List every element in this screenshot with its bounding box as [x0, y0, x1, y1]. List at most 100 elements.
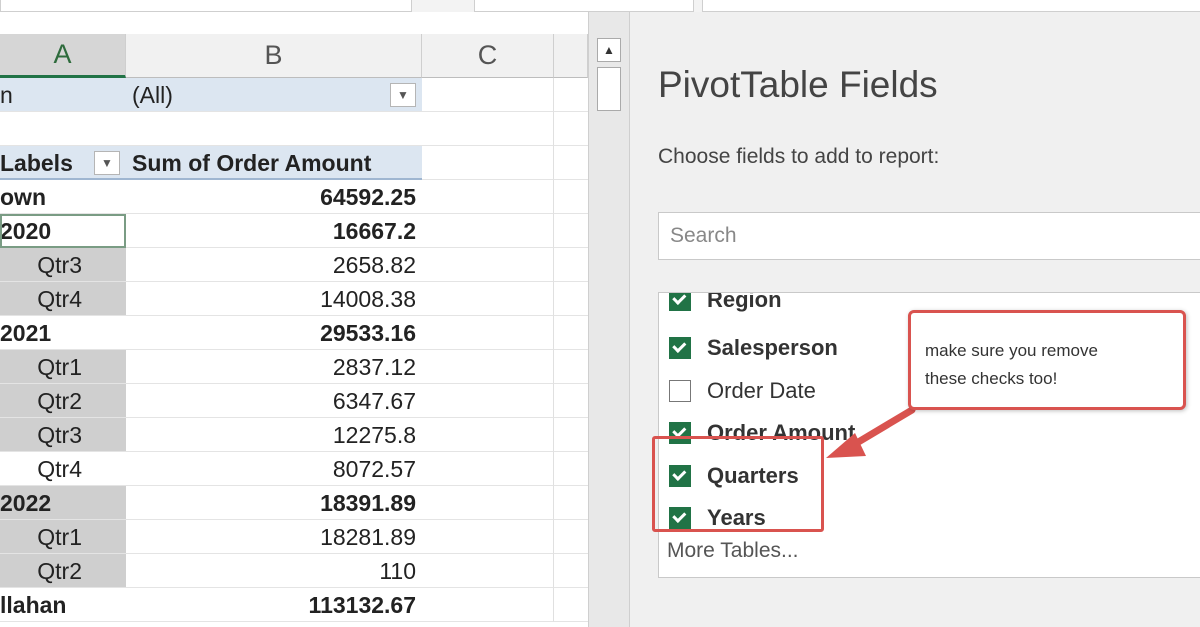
cell-d[interactable]	[554, 452, 588, 486]
column-header-a[interactable]: A	[0, 34, 126, 78]
cell-c[interactable]	[422, 78, 554, 112]
cell-c[interactable]	[422, 418, 554, 452]
cell-d[interactable]	[554, 588, 588, 622]
field-item-order-date[interactable]: Order Date	[669, 376, 816, 406]
formula-bar[interactable]	[702, 0, 1200, 12]
worksheet[interactable]: A B C n (All) ▼ Labels ▼ Sum of Order Am…	[0, 12, 588, 627]
cell-c[interactable]	[422, 112, 554, 146]
pivot-row: 2020 16667.2	[0, 214, 588, 248]
formula-bar-segment[interactable]	[474, 0, 694, 12]
value-cell[interactable]: 18281.89	[126, 520, 422, 554]
filter-dropdown-button[interactable]: ▼	[390, 83, 416, 107]
pivot-row: Qtr4 8072.57	[0, 452, 588, 486]
row-label-cell[interactable]: Qtr4	[0, 282, 126, 316]
value-cell[interactable]: 14008.38	[126, 282, 422, 316]
field-label: Order Date	[707, 378, 816, 403]
cell-c[interactable]	[422, 520, 554, 554]
scroll-up-button[interactable]: ▲	[597, 38, 621, 62]
value-cell[interactable]: 110	[126, 554, 422, 588]
name-box[interactable]	[0, 0, 412, 12]
cell-d[interactable]	[554, 282, 588, 316]
cell-c[interactable]	[422, 282, 554, 316]
cell-c[interactable]	[422, 180, 554, 214]
cell-c[interactable]	[422, 248, 554, 282]
row-label-cell[interactable]: own	[0, 180, 126, 214]
row-labels-filter-button[interactable]: ▼	[94, 151, 120, 175]
cell-d[interactable]	[554, 146, 588, 180]
cell-d[interactable]	[554, 418, 588, 452]
pivot-row: Qtr3 12275.8	[0, 418, 588, 452]
value-cell[interactable]: 6347.67	[126, 384, 422, 418]
cell-c[interactable]	[422, 588, 554, 622]
cell-c[interactable]	[422, 316, 554, 350]
cell-c[interactable]	[422, 384, 554, 418]
row-label-cell[interactable]: llahan	[0, 588, 126, 622]
cell-c[interactable]	[422, 146, 554, 180]
column-header-c[interactable]: C	[422, 34, 554, 78]
row-label-cell[interactable]: 2020	[0, 214, 126, 248]
cell-d[interactable]	[554, 554, 588, 588]
cell-d[interactable]	[554, 248, 588, 282]
cell-d[interactable]	[554, 112, 588, 146]
row-label-cell[interactable]: Qtr2	[0, 554, 126, 588]
ribbon-strip	[0, 0, 1200, 12]
value-header[interactable]: Sum of Order Amount	[126, 146, 422, 180]
value-cell[interactable]: 16667.2	[126, 214, 422, 248]
column-header-d[interactable]	[554, 34, 588, 78]
field-checkbox[interactable]	[669, 337, 691, 359]
pivot-row: 2021 29533.16	[0, 316, 588, 350]
cell-d[interactable]	[554, 486, 588, 520]
cell-d[interactable]	[554, 316, 588, 350]
callout-line-2: these checks too!	[925, 369, 1058, 388]
cell-d[interactable]	[554, 214, 588, 248]
value-cell[interactable]: 64592.25	[126, 180, 422, 214]
cell-c[interactable]	[422, 452, 554, 486]
cell-c[interactable]	[422, 486, 554, 520]
row-label-cell[interactable]: Qtr4	[0, 452, 126, 486]
cell-d[interactable]	[554, 520, 588, 554]
cell-d[interactable]	[554, 180, 588, 214]
cell-d[interactable]	[554, 78, 588, 112]
field-checkbox[interactable]	[669, 293, 691, 311]
field-label: Region	[707, 292, 782, 312]
vertical-scrollbar[interactable]: ▲	[588, 12, 630, 627]
cell-a[interactable]	[0, 112, 126, 146]
field-item-region[interactable]: Region	[669, 292, 782, 315]
cell-d[interactable]	[554, 350, 588, 384]
column-letter: A	[53, 39, 72, 69]
more-tables-link[interactable]: More Tables...	[667, 539, 799, 563]
field-checkbox[interactable]	[669, 380, 691, 402]
pane-title: PivotTable Fields	[658, 64, 938, 105]
column-header-b[interactable]: B	[126, 34, 422, 78]
cell-c[interactable]	[422, 350, 554, 384]
row-label-cell[interactable]: Qtr1	[0, 520, 126, 554]
field-item-salesperson[interactable]: Salesperson	[669, 333, 838, 363]
row-label-cell[interactable]: Qtr1	[0, 350, 126, 384]
value-cell[interactable]: 29533.16	[126, 316, 422, 350]
field-label: Salesperson	[707, 335, 838, 360]
callout-line-1: make sure you remove	[925, 341, 1098, 360]
chevron-down-icon: ▼	[397, 88, 409, 102]
row-label-cell[interactable]: 2021	[0, 316, 126, 350]
row-label-cell[interactable]: Qtr3	[0, 248, 126, 282]
pivot-row: llahan 113132.67	[0, 588, 588, 622]
value-cell[interactable]: 12275.8	[126, 418, 422, 452]
cell-c[interactable]	[422, 554, 554, 588]
cell-c[interactable]	[422, 214, 554, 248]
filter-label-cell[interactable]: n	[0, 78, 126, 112]
value-cell[interactable]: 2837.12	[126, 350, 422, 384]
value-cell[interactable]: 2658.82	[126, 248, 422, 282]
pivot-row: Qtr2 110	[0, 554, 588, 588]
value-cell[interactable]: 8072.57	[126, 452, 422, 486]
pivot-row: Qtr3 2658.82	[0, 248, 588, 282]
field-search-input[interactable]: Search	[658, 212, 1200, 260]
filter-value-cell[interactable]: (All)	[126, 78, 422, 112]
row-label-cell[interactable]: Qtr3	[0, 418, 126, 452]
scroll-thumb[interactable]	[597, 67, 621, 111]
cell-d[interactable]	[554, 384, 588, 418]
value-cell[interactable]: 113132.67	[126, 588, 422, 622]
row-label-cell[interactable]: 2022	[0, 486, 126, 520]
value-cell[interactable]: 18391.89	[126, 486, 422, 520]
cell-b[interactable]	[126, 112, 422, 146]
row-label-cell[interactable]: Qtr2	[0, 384, 126, 418]
